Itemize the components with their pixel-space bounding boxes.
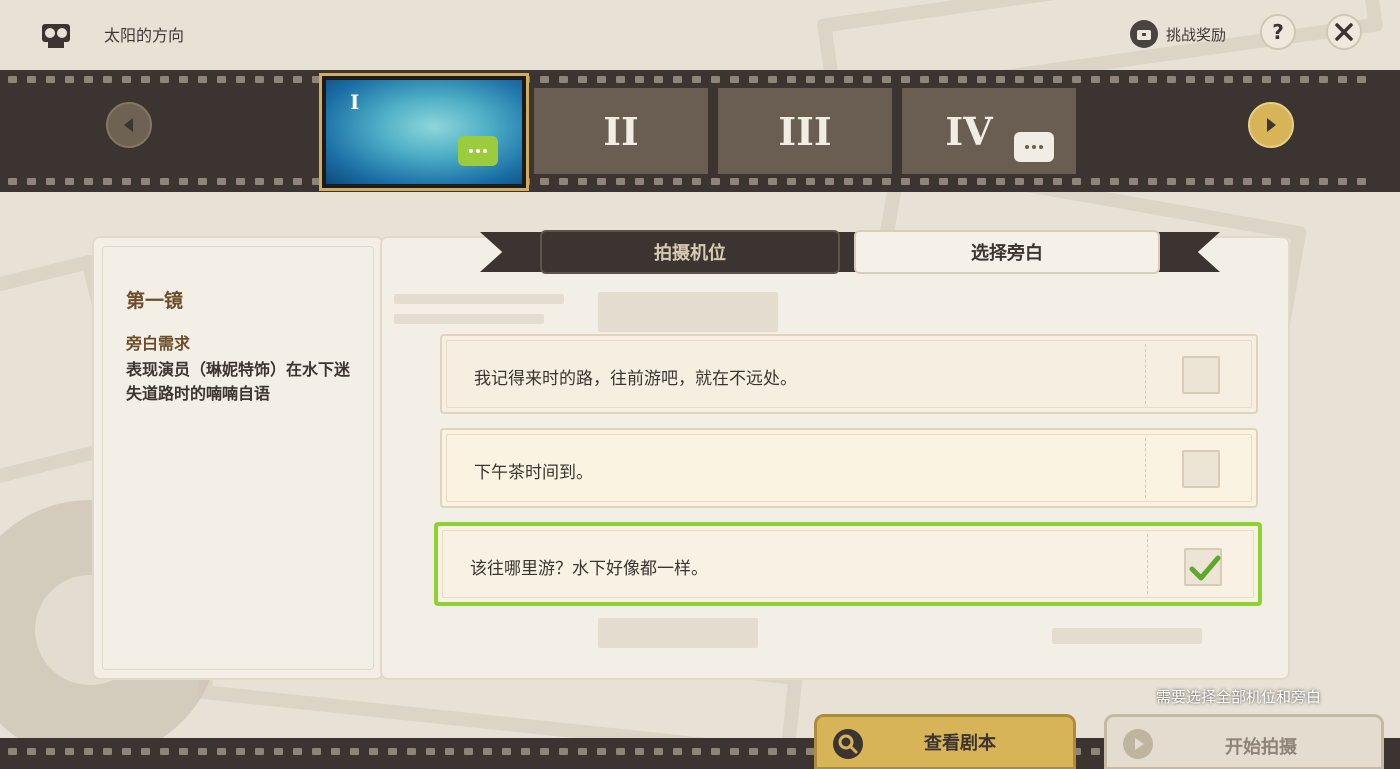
narration-requirement-label: 旁白需求: [126, 334, 191, 353]
shot-filmstrip: I II III IV: [0, 70, 1400, 192]
next-shot-button[interactable]: [1248, 102, 1294, 148]
start-filming-button[interactable]: 开始拍摄: [1104, 714, 1384, 769]
narration-chat-icon: [458, 136, 498, 166]
selection-hint: 需要选择全部机位和旁白: [1156, 688, 1322, 706]
film-perforations: [0, 178, 1400, 186]
close-button[interactable]: [1326, 14, 1362, 50]
challenge-rewards-button[interactable]: 挑战奖励: [1130, 16, 1226, 52]
shot-frame-4[interactable]: IV: [902, 88, 1076, 174]
narration-option-selected[interactable]: 该往哪里游？水下好像都一样。: [434, 522, 1262, 606]
shot-frame-3[interactable]: III: [718, 88, 892, 174]
shot-info-panel: 第一镜 旁白需求 表现演员（琳妮特饰）在水下迷失道路时的喃喃自语: [92, 236, 384, 680]
narration-option-checkbox[interactable]: [1182, 450, 1220, 488]
narration-option-text: 下午茶时间到。: [474, 463, 593, 483]
previous-shot-button[interactable]: [106, 102, 152, 148]
arrow-left-icon: [124, 118, 133, 132]
narration-option-checkbox[interactable]: [1184, 548, 1222, 586]
rewards-chest-icon: [1130, 20, 1158, 48]
top-bar: 太阳的方向 挑战奖励 ?: [0, 0, 1400, 68]
start-filming-label: 开始拍摄: [1225, 737, 1297, 758]
narration-option[interactable]: 下午茶时间到。: [440, 428, 1258, 508]
shot-frame-number: IV: [945, 108, 993, 154]
shot-title: 第一镜: [126, 290, 184, 312]
narration-option[interactable]: 我记得来时的路，往前游吧，就在不远处。: [440, 334, 1258, 414]
narration-option-text: 我记得来时的路，往前游吧，就在不远处。: [474, 369, 797, 389]
magnifier-icon: [833, 729, 863, 759]
rewards-label: 挑战奖励: [1166, 25, 1227, 44]
film-perforations: [0, 76, 1400, 84]
panel-tabs: 拍摄机位 选择旁白: [480, 226, 1220, 278]
narration-option-checkbox[interactable]: [1182, 356, 1220, 394]
play-icon: [1123, 729, 1153, 759]
view-script-button[interactable]: 查看剧本: [814, 714, 1076, 769]
shot-frame-number: II: [603, 108, 639, 154]
arrow-right-icon: [1267, 118, 1276, 132]
help-button[interactable]: ?: [1260, 14, 1296, 50]
shot-frame-2[interactable]: II: [534, 88, 708, 174]
view-script-label: 查看剧本: [924, 733, 996, 754]
event-title: 太阳的方向: [104, 26, 185, 45]
shot-frame-1[interactable]: I: [319, 73, 529, 191]
checkmark-icon: [1189, 555, 1221, 581]
narration-chat-add-icon: [1014, 132, 1054, 162]
close-icon: [1335, 23, 1353, 41]
camera-event-icon: [42, 24, 70, 48]
narration-requirement-text: 表现演员（琳妮特饰）在水下迷失道路时的喃喃自语: [126, 360, 351, 403]
narration-option-text: 该往哪里游？水下好像都一样。: [470, 559, 708, 579]
tab-camera-position[interactable]: 拍摄机位: [540, 230, 840, 274]
shot-frame-number: III: [778, 108, 832, 154]
tab-select-narration[interactable]: 选择旁白: [854, 230, 1160, 274]
shot-frame-number: I: [350, 90, 360, 114]
